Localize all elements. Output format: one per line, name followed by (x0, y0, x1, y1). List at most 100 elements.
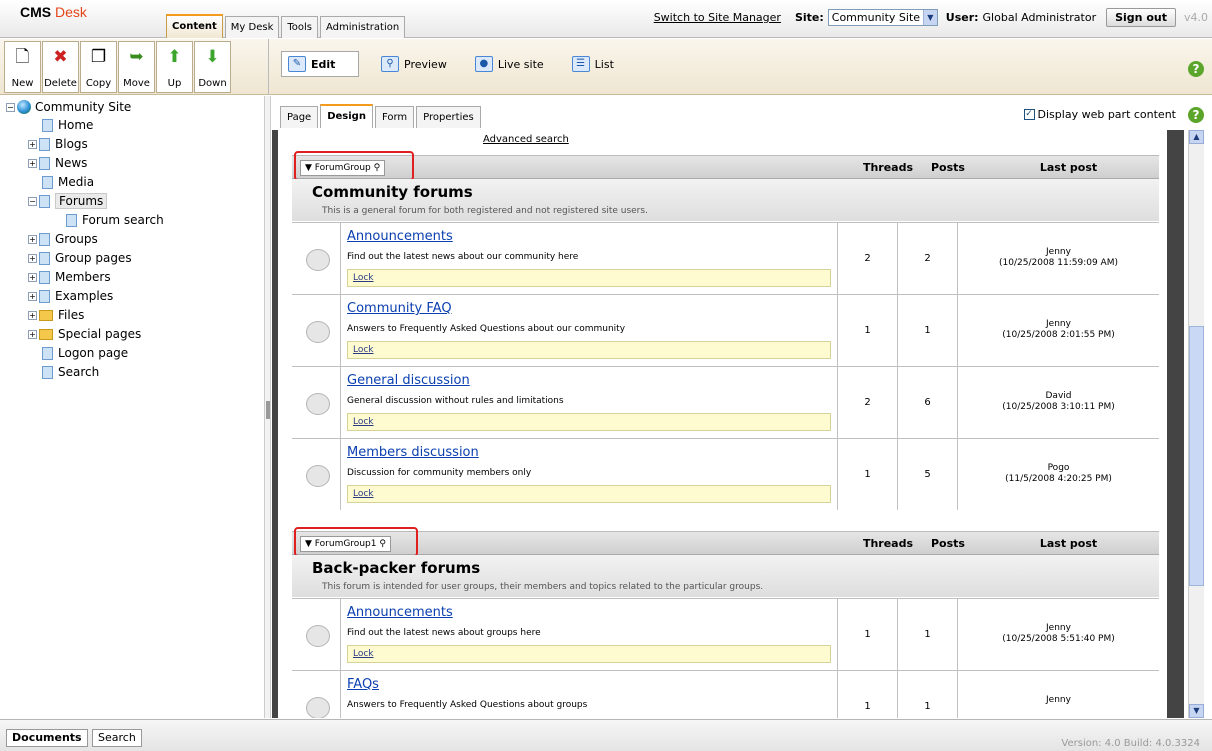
scroll-down-icon[interactable]: ▼ (1189, 704, 1204, 718)
preview-mode-button[interactable]: ⚲ Preview (375, 51, 453, 77)
tab-my-desk[interactable]: My Desk (224, 16, 280, 38)
tab-content[interactable]: Content (166, 14, 223, 38)
tab-tools[interactable]: Tools (281, 16, 319, 38)
tree-item-forums[interactable]: − Forums (28, 192, 108, 210)
tree-label: Community Site (35, 100, 132, 114)
document-icon (42, 175, 53, 189)
tree-item-members[interactable]: + Members (28, 268, 111, 286)
expand-icon[interactable]: + (28, 329, 37, 339)
last-post-user: David (1045, 391, 1072, 401)
splitter-grip[interactable] (266, 401, 270, 419)
forum-link[interactable]: Community FAQ (347, 301, 452, 316)
last-post: Jenny (10/25/2008 2:01:55 PM) (958, 319, 1159, 341)
edit-mode-button[interactable]: ✎ Edit (281, 51, 359, 77)
site-select[interactable]: Community Site ▼ (827, 9, 938, 26)
posts-count: 1 (898, 671, 958, 718)
tab-page[interactable]: Page (280, 106, 319, 128)
live-site-button[interactable]: ● Live site (469, 51, 550, 77)
expand-icon[interactable]: + (28, 158, 37, 168)
forum-link[interactable]: FAQs (347, 677, 379, 692)
help-icon[interactable]: ? (1188, 61, 1204, 77)
lock-link[interactable]: Lock (347, 485, 831, 503)
down-button[interactable]: ⬇ Down (194, 41, 231, 93)
arrow-up-icon: ⬆ (167, 47, 182, 67)
lock-link[interactable]: Lock (347, 341, 831, 359)
new-label: New (11, 78, 34, 89)
highlight-box (294, 527, 418, 557)
forum-link[interactable]: Announcements (347, 229, 453, 244)
forum-icon (306, 393, 330, 415)
forum-icon (306, 697, 330, 718)
tree-item-examples[interactable]: + Examples (28, 287, 113, 305)
expand-icon[interactable]: + (28, 234, 37, 244)
expand-icon[interactable]: + (28, 291, 37, 301)
checkbox[interactable]: ✓ (1023, 109, 1035, 120)
tab-properties[interactable]: Properties (416, 106, 481, 128)
last-post-date: (10/25/2008 11:59:09 AM) (999, 258, 1118, 268)
move-button[interactable]: ➥ Move (118, 41, 155, 93)
expand-icon[interactable]: + (28, 253, 37, 263)
advanced-search-link[interactable]: Advanced search (483, 134, 569, 145)
live-site-label: Live site (497, 57, 544, 71)
last-post-user: Jenny (1046, 319, 1071, 329)
tree-item-group-pages[interactable]: + Group pages (28, 249, 132, 267)
bottom-tabs: Documents Search Version: 4.0 Build: 4.0… (0, 719, 1212, 751)
forum-cell: Community FAQ Answers to Frequently Asked… (340, 295, 838, 366)
sign-out-button[interactable]: Sign out (1106, 8, 1176, 27)
forum-row: General discussion General discussion wit… (292, 366, 1159, 438)
expand-icon[interactable]: + (28, 272, 37, 282)
help-icon[interactable]: ? (1188, 107, 1204, 123)
tree-item-news[interactable]: + News (28, 154, 87, 172)
lock-link[interactable]: Lock (347, 413, 831, 431)
tree-item-community-site[interactable]: − Community Site (6, 98, 131, 116)
expand-icon[interactable]: + (28, 139, 37, 149)
display-web-part-content-toggle[interactable]: ✓ Display web part content (1023, 108, 1176, 121)
scroll-up-icon[interactable]: ▲ (1189, 130, 1204, 144)
tree-label: Members (55, 270, 111, 284)
tab-administration[interactable]: Administration (320, 16, 406, 38)
vertical-scrollbar[interactable]: ▲ ▼ (1188, 130, 1204, 718)
collapse-icon[interactable]: − (28, 196, 37, 206)
live-site-icon: ● (474, 56, 493, 72)
tab-form[interactable]: Form (374, 106, 415, 128)
forum-link[interactable]: Members discussion (347, 445, 479, 460)
posts-count: 5 (898, 439, 958, 510)
scroll-thumb[interactable] (1189, 326, 1204, 586)
expand-icon[interactable]: + (28, 310, 37, 320)
toolbar: 🗋 New ✖ Delete ❐ Copy ➥ Move ⬆ Up ⬇ Down ✎ Edit… (0, 39, 1212, 95)
tree-item-files[interactable]: + Files (28, 306, 84, 324)
tree-item-search[interactable]: Search (42, 363, 99, 381)
up-button[interactable]: ⬆ Up (156, 41, 193, 93)
tree-item-special-pages[interactable]: + Special pages (28, 325, 141, 343)
pane-splitter[interactable] (264, 96, 271, 718)
tree-item-home[interactable]: Home (42, 116, 93, 134)
tree-item-media[interactable]: Media (42, 173, 94, 191)
tree-item-blogs[interactable]: + Blogs (28, 135, 88, 153)
group-header-2: ▼ ForumGroup1 ⚲ Threads Posts Last post (292, 531, 1159, 555)
switch-site-manager-link[interactable]: Switch to Site Manager (654, 11, 781, 24)
tree-label: Files (58, 308, 85, 322)
tree-item-logon-page[interactable]: Logon page (42, 344, 128, 362)
collapse-icon[interactable]: − (6, 102, 15, 112)
chevron-down-icon[interactable]: ▼ (922, 10, 937, 25)
forum-cell: General discussion General discussion wit… (340, 367, 838, 438)
list-mode-button[interactable]: ☰ List (566, 51, 620, 77)
user-label: User: (945, 11, 979, 24)
design-frame: Advanced search ▼ ForumGroup ⚲ Threads P… (272, 130, 1184, 718)
lock-link[interactable]: Lock (347, 645, 831, 663)
lock-link[interactable]: Lock (347, 269, 831, 287)
forum-link[interactable]: General discussion (347, 373, 470, 388)
delete-label: Delete (44, 78, 77, 89)
tab-search[interactable]: Search (92, 729, 142, 747)
forum-cell: Members discussion Discussion for communi… (340, 439, 838, 510)
tree-item-groups[interactable]: + Groups (28, 230, 98, 248)
new-button[interactable]: 🗋 New (4, 41, 41, 93)
tree-item-forum-search[interactable]: Forum search (66, 211, 164, 229)
copy-button[interactable]: ❐ Copy (80, 41, 117, 93)
forum-link[interactable]: Announcements (347, 605, 453, 620)
document-icon (39, 270, 50, 284)
tab-design[interactable]: Design (320, 104, 373, 128)
forum-page: Advanced search ▼ ForumGroup ⚲ Threads P… (278, 130, 1167, 718)
delete-button[interactable]: ✖ Delete (42, 41, 79, 93)
tab-documents[interactable]: Documents (6, 729, 88, 747)
